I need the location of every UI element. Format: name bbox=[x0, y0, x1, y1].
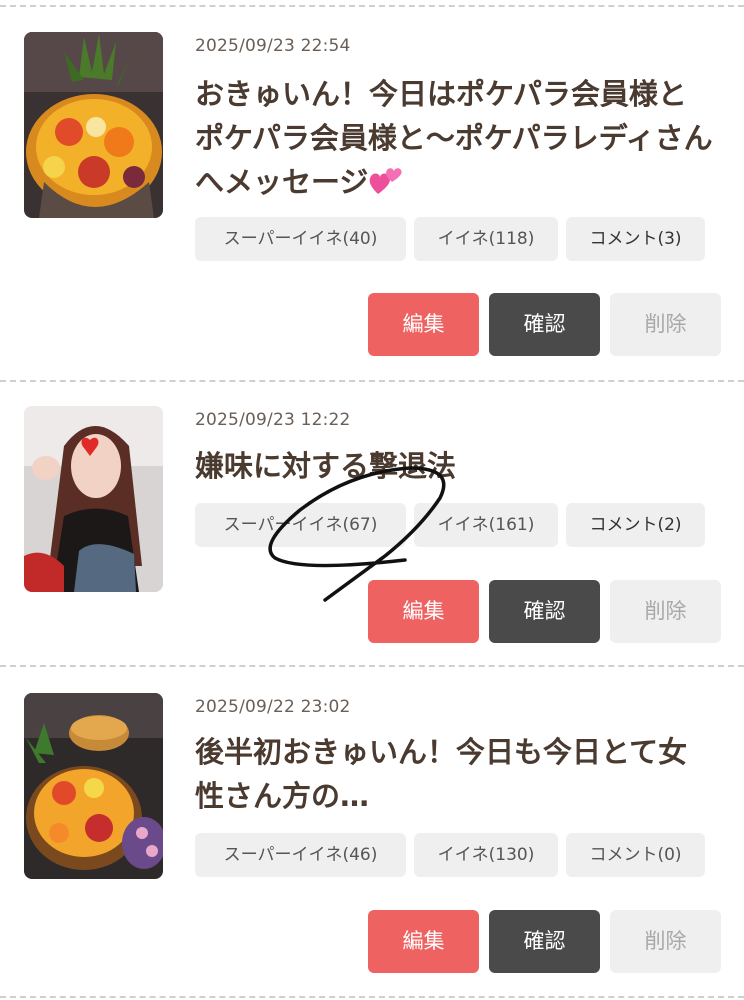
like-count[interactable]: イイネ(130) bbox=[414, 833, 558, 877]
edit-button[interactable]: 編集 bbox=[368, 293, 479, 356]
post-title[interactable]: おきゅいん！今日はポケパラ会員様とポケパラ会員様と〜ポケパラレディさんへメッセー… bbox=[195, 72, 715, 204]
confirm-button[interactable]: 確認 bbox=[489, 910, 600, 973]
post-divider bbox=[0, 996, 744, 998]
like-count[interactable]: イイネ(118) bbox=[414, 217, 558, 261]
woman-portrait-image bbox=[24, 406, 163, 592]
comment-count[interactable]: コメント(2) bbox=[566, 503, 705, 547]
post-divider bbox=[0, 665, 744, 667]
delete-button[interactable]: 削除 bbox=[610, 293, 721, 356]
super-like-count[interactable]: スーパーイイネ(46) bbox=[195, 833, 406, 877]
two-hearts-icon bbox=[370, 168, 403, 194]
post-thumbnail[interactable] bbox=[24, 32, 163, 218]
post-title[interactable]: 嫌味に対する撃退法 bbox=[195, 444, 715, 488]
comment-count[interactable]: コメント(3) bbox=[566, 217, 705, 261]
delete-button[interactable]: 削除 bbox=[610, 580, 721, 643]
confirm-button[interactable]: 確認 bbox=[489, 580, 600, 643]
post-date: 2025/09/23 22:54 bbox=[195, 36, 351, 56]
post-divider bbox=[0, 5, 744, 7]
fruit-cake-platter-image bbox=[24, 693, 163, 879]
fruit-platter-image bbox=[24, 32, 163, 218]
edit-button[interactable]: 編集 bbox=[368, 580, 479, 643]
post-title[interactable]: 後半初おきゅいん！今日も今日とて女性さん方の… bbox=[195, 730, 715, 818]
like-count[interactable]: イイネ(161) bbox=[414, 503, 558, 547]
post-date: 2025/09/22 23:02 bbox=[195, 697, 351, 717]
post-date: 2025/09/23 12:22 bbox=[195, 410, 351, 430]
comment-count[interactable]: コメント(0) bbox=[566, 833, 705, 877]
post-thumbnail[interactable] bbox=[24, 693, 163, 879]
delete-button[interactable]: 削除 bbox=[610, 910, 721, 973]
super-like-count[interactable]: スーパーイイネ(40) bbox=[195, 217, 406, 261]
super-like-count[interactable]: スーパーイイネ(67) bbox=[195, 503, 406, 547]
post-thumbnail[interactable] bbox=[24, 406, 163, 592]
post-divider bbox=[0, 380, 744, 382]
confirm-button[interactable]: 確認 bbox=[489, 293, 600, 356]
post-title-text: おきゅいん！今日はポケパラ会員様とポケパラ会員様と〜ポケパラレディさんへメッセー… bbox=[195, 77, 713, 199]
edit-button[interactable]: 編集 bbox=[368, 910, 479, 973]
